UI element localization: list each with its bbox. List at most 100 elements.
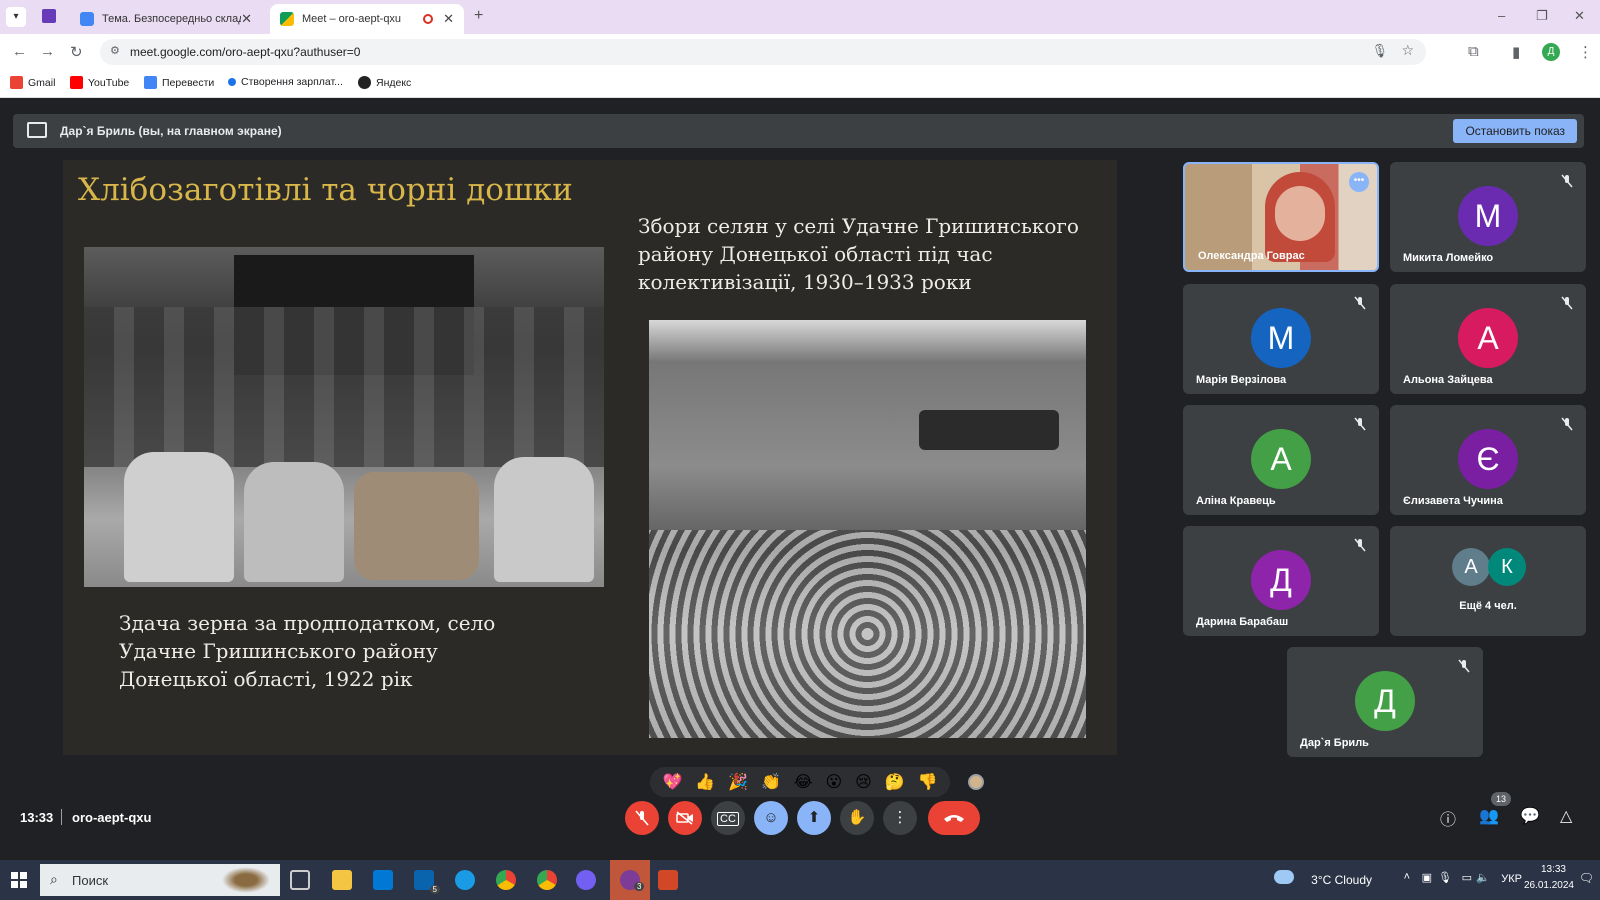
- task-view-icon[interactable]: [290, 870, 310, 890]
- bookmark-salary[interactable]: Створення зарплат...: [228, 76, 343, 88]
- bookmark-youtube[interactable]: YouTube: [70, 76, 129, 89]
- caption-line: Донецької області, 1922 рік: [119, 667, 413, 691]
- reaction-surprised[interactable]: 😮: [825, 772, 842, 792]
- reaction-thumbs-up[interactable]: 👍: [695, 772, 715, 792]
- window-close-icon[interactable]: ✕: [1574, 8, 1585, 24]
- participant-tile[interactable]: М Микита Ломейко: [1390, 162, 1586, 272]
- mic-off-icon: [1561, 174, 1573, 188]
- bookmark-translate[interactable]: Перевести: [144, 76, 214, 89]
- chevron-up-icon[interactable]: ˄: [1404, 871, 1410, 883]
- clock-time[interactable]: 13:33: [1541, 864, 1566, 875]
- camera-toggle-button[interactable]: [668, 801, 702, 835]
- captions-icon: CC: [717, 812, 739, 826]
- weather-text[interactable]: 3°C Cloudy: [1311, 873, 1372, 887]
- reaction-party[interactable]: 🎉: [728, 772, 748, 792]
- stop-presenting-button[interactable]: Остановить показ: [1453, 119, 1577, 143]
- presenter-label: Дар`я Бриль (вы, на главном экране): [60, 124, 282, 138]
- bookmark-yandex[interactable]: Яндекс: [358, 76, 411, 89]
- volume-icon[interactable]: 🔈: [1476, 871, 1490, 884]
- participant-tile[interactable]: Д Дарина Барабаш: [1183, 526, 1379, 636]
- network-icon[interactable]: ▭: [1462, 871, 1472, 884]
- more-participants-tile[interactable]: А К Ещё 4 чел.: [1390, 526, 1586, 636]
- language-indicator[interactable]: УКР: [1501, 873, 1522, 885]
- participant-tile[interactable]: А Аліна Кравець: [1183, 405, 1379, 515]
- extensions-icon[interactable]: ⧉: [1468, 43, 1479, 60]
- file-explorer-icon[interactable]: [332, 870, 352, 890]
- reaction-laugh[interactable]: 😂: [794, 772, 813, 792]
- phone-hangup-icon: [944, 815, 964, 822]
- edge-icon[interactable]: [455, 870, 475, 890]
- participant-tile[interactable]: А Альона Зайцева: [1390, 284, 1586, 394]
- bookmark-star-icon[interactable]: ☆: [1401, 42, 1414, 59]
- participant-count-badge: 13: [1491, 792, 1511, 806]
- messenger-icon[interactable]: [576, 870, 596, 890]
- close-tab-icon[interactable]: ✕: [443, 11, 454, 27]
- tab-inactive[interactable]: Тема. Безпосередньо склад ✕: [70, 4, 262, 34]
- close-tab-icon[interactable]: ✕: [241, 11, 252, 27]
- avatar: А: [1251, 429, 1311, 489]
- participant-tile-self[interactable]: Д Дар`я Бриль: [1287, 647, 1483, 757]
- activities-icon[interactable]: △: [1560, 806, 1572, 826]
- participant-tile[interactable]: Є Єлизавета Чучина: [1390, 405, 1586, 515]
- youtube-icon: [70, 76, 83, 89]
- viber-taskbar-button[interactable]: 3: [610, 860, 650, 900]
- back-icon[interactable]: ←: [12, 43, 27, 60]
- chat-icon[interactable]: 💬: [1520, 806, 1540, 826]
- more-options-icon[interactable]: •••: [1349, 172, 1369, 192]
- microphone-icon[interactable]: 🎙: [1371, 43, 1388, 59]
- caption-line: Здача зерна за продподатком, село: [119, 611, 496, 635]
- avatar: Д: [1355, 671, 1415, 731]
- taskbar-search-input[interactable]: ⌕ Поиск: [40, 864, 280, 896]
- menu-kebab-icon[interactable]: ⋮: [1578, 43, 1593, 61]
- address-bar[interactable]: ⚙ meet.google.com/oro-aept-qxu?authuser=…: [100, 39, 1426, 65]
- hand-icon: ✋: [847, 809, 867, 826]
- participant-name: Микита Ломейко: [1403, 252, 1494, 264]
- chrome-profile-icon[interactable]: [537, 870, 557, 890]
- people-icon[interactable]: 👥: [1479, 806, 1499, 826]
- forward-icon[interactable]: →: [40, 43, 55, 60]
- mail-icon[interactable]: 5: [414, 870, 440, 894]
- reload-icon[interactable]: ↻: [70, 43, 83, 61]
- participant-name: Альона Зайцева: [1403, 374, 1493, 386]
- reaction-clap[interactable]: 👏: [761, 772, 781, 792]
- reactions-button[interactable]: ☺: [754, 801, 788, 835]
- skin-tone-picker[interactable]: [968, 774, 984, 790]
- site-info-icon[interactable]: ⚙: [110, 44, 120, 57]
- captions-button[interactable]: CC: [711, 801, 745, 835]
- avatar: Є: [1458, 429, 1518, 489]
- participant-tile[interactable]: М Марія Верзілова: [1183, 284, 1379, 394]
- new-tab-button[interactable]: +: [474, 7, 483, 25]
- forms-tab-icon[interactable]: [42, 9, 56, 23]
- cloud-icon: [1274, 870, 1294, 884]
- notifications-icon[interactable]: 🗨: [1579, 871, 1594, 885]
- raise-hand-button[interactable]: ✋: [840, 801, 874, 835]
- present-button[interactable]: ⬆: [797, 801, 831, 835]
- tab-search-button[interactable]: ▾: [6, 7, 26, 27]
- photo-grain-delivery: [84, 247, 604, 587]
- restore-icon[interactable]: ❐: [1536, 8, 1548, 24]
- emoji-icon: ☺: [763, 809, 779, 826]
- participant-tile-video[interactable]: ••• Олександра Говрас: [1183, 162, 1379, 272]
- present-screen-icon: ⬆: [807, 809, 821, 826]
- minimize-icon[interactable]: –: [1498, 8, 1505, 23]
- start-button[interactable]: [11, 872, 27, 888]
- more-options-button[interactable]: ⋮: [883, 801, 917, 835]
- tab-active[interactable]: Meet – oro-aept-qxu ✕: [270, 4, 464, 34]
- clock-date[interactable]: 26.01.2024: [1524, 880, 1574, 891]
- side-panel-icon[interactable]: ▮: [1512, 43, 1520, 61]
- leave-call-button[interactable]: [928, 801, 980, 835]
- bookmark-gmail[interactable]: Gmail: [10, 76, 55, 89]
- chrome-icon[interactable]: [496, 870, 516, 890]
- mic-toggle-button[interactable]: [625, 801, 659, 835]
- avatar: А: [1458, 308, 1518, 368]
- reaction-heart[interactable]: 💖: [662, 772, 682, 792]
- reaction-sad[interactable]: 😢: [855, 772, 872, 792]
- info-icon[interactable]: ⓘ: [1440, 806, 1456, 830]
- store-icon[interactable]: [373, 870, 393, 890]
- reaction-thinking[interactable]: 🤔: [885, 772, 905, 792]
- tab-label: Meet – oro-aept-qxu: [302, 13, 402, 25]
- powerpoint-icon[interactable]: [658, 870, 678, 890]
- profile-avatar[interactable]: Д: [1542, 43, 1560, 61]
- reaction-thumbs-down[interactable]: 👎: [918, 772, 938, 792]
- caption-line: Удачне Гришинського району: [119, 639, 438, 663]
